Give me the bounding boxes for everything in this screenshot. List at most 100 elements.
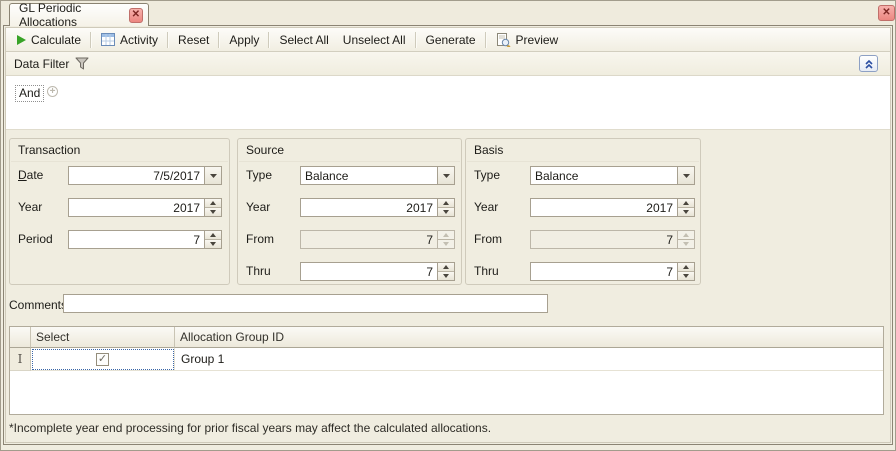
row-indicator-header [10, 327, 31, 348]
column-header-allocation-group-id[interactable]: Allocation Group ID [175, 327, 883, 348]
year-label: Year [18, 200, 42, 214]
dropdown-icon[interactable] [438, 167, 454, 184]
year-value: 2017 [69, 199, 204, 216]
spin-up-button[interactable] [205, 231, 221, 239]
toolbar-separator [415, 32, 417, 48]
transaction-period-input[interactable]: 7 [68, 230, 222, 249]
tab-close-button[interactable]: ✕ [129, 8, 143, 23]
type-value: Balance [301, 167, 437, 184]
comments-input[interactable] [63, 294, 548, 313]
spin-down-button [678, 239, 694, 248]
unselect-all-label: Unselect All [343, 33, 406, 47]
source-year-input[interactable]: 2017 [300, 198, 455, 217]
comments-label: Comments [9, 298, 67, 312]
activity-label: Activity [120, 33, 158, 47]
spin-down-button[interactable] [205, 239, 221, 248]
thru-value: 7 [301, 263, 437, 280]
preview-label: Preview [516, 33, 559, 47]
year-label: Year [474, 200, 498, 214]
spin-up-button[interactable] [678, 263, 694, 271]
activity-button[interactable]: Activity [94, 31, 165, 49]
close-icon: ✕ [882, 8, 890, 18]
from-value: 7 [301, 231, 437, 248]
date-value: 7/5/2017 [69, 167, 204, 184]
spin-up-button[interactable] [205, 199, 221, 207]
from-label: From [474, 232, 502, 246]
reset-button[interactable]: Reset [171, 31, 216, 49]
toolbar-separator [167, 32, 169, 48]
spin-up-button[interactable] [438, 263, 454, 271]
generate-button[interactable]: Generate [419, 31, 483, 49]
transaction-date-input[interactable]: 7/5/2017 [68, 166, 222, 185]
thru-label: Thru [474, 264, 499, 278]
group-title-divider [11, 161, 228, 162]
data-filter-editor: And + [6, 76, 890, 130]
toolbar-separator [268, 32, 270, 48]
generate-label: Generate [426, 33, 476, 47]
spin-down-button[interactable] [678, 207, 694, 216]
toolbar-separator [90, 32, 92, 48]
type-label: Type [474, 168, 500, 182]
spin-up-button[interactable] [678, 199, 694, 207]
basis-title: Basis [474, 143, 503, 157]
from-value: 7 [531, 231, 677, 248]
source-from-input: 7 [300, 230, 455, 249]
apply-button[interactable]: Apply [222, 31, 266, 49]
thru-value: 7 [531, 263, 677, 280]
column-header-select[interactable]: Select [31, 327, 175, 348]
tab-gl-periodic-allocations[interactable]: GL Periodic Allocations ✕ [9, 3, 149, 26]
data-filter-header: Data Filter [6, 52, 890, 76]
transaction-year-input[interactable]: 2017 [68, 198, 222, 217]
spin-down-button[interactable] [438, 271, 454, 280]
group-title-divider [467, 161, 699, 162]
year-value: 2017 [301, 199, 437, 216]
dropdown-icon[interactable] [205, 167, 221, 184]
apply-label: Apply [229, 33, 259, 47]
select-all-button[interactable]: Select All [272, 31, 335, 49]
play-icon [17, 35, 26, 45]
spin-down-button[interactable] [438, 207, 454, 216]
toolbar: Calculate Activity Reset Apply Select Al… [6, 28, 890, 52]
table-row: I ✓ Group 1 [10, 348, 883, 371]
data-filter-title: Data Filter [14, 57, 69, 71]
year-value: 2017 [531, 199, 677, 216]
source-thru-input[interactable]: 7 [300, 262, 455, 281]
calculate-button[interactable]: Calculate [10, 31, 88, 49]
collapse-panel-button[interactable] [859, 55, 878, 72]
type-value: Balance [531, 167, 677, 184]
filter-operator-and[interactable]: And [15, 85, 44, 102]
allocation-group-id-cell[interactable]: Group 1 [175, 348, 883, 371]
app-window: GL Periodic Allocations ✕ ✕ Calculate Ac… [0, 0, 896, 451]
spin-up-button [438, 231, 454, 239]
select-all-label: Select All [279, 33, 328, 47]
select-checkbox[interactable]: ✓ [96, 353, 109, 366]
filter-funnel-icon [75, 57, 89, 70]
unselect-all-button[interactable]: Unselect All [336, 31, 413, 49]
transaction-groupbox: Transaction Date 7/5/2017 Year 2017 Per [9, 138, 230, 285]
check-icon: ✓ [98, 354, 107, 365]
close-icon: ✕ [132, 10, 140, 20]
transaction-title: Transaction [18, 143, 80, 157]
print-preview-icon [496, 33, 511, 47]
basis-thru-input[interactable]: 7 [530, 262, 695, 281]
double-chevron-up-icon [864, 59, 874, 69]
calculate-label: Calculate [31, 33, 81, 47]
spin-up-button[interactable] [438, 199, 454, 207]
allocation-grid: Select Allocation Group ID I ✓ Group 1 [9, 326, 884, 415]
spin-down-button[interactable] [205, 207, 221, 216]
preview-button[interactable]: Preview [489, 31, 566, 49]
source-type-select[interactable]: Balance [300, 166, 455, 185]
group-title-divider [239, 161, 460, 162]
basis-type-select[interactable]: Balance [530, 166, 695, 185]
row-indicator-cell: I [10, 348, 31, 371]
spin-down-button[interactable] [678, 271, 694, 280]
toolbar-separator [485, 32, 487, 48]
spin-up-button [678, 231, 694, 239]
select-cell[interactable]: ✓ [31, 348, 175, 371]
window-close-button[interactable]: ✕ [878, 5, 895, 21]
basis-year-input[interactable]: 2017 [530, 198, 695, 217]
dropdown-icon[interactable] [678, 167, 694, 184]
spin-down-button [438, 239, 454, 248]
add-condition-icon[interactable]: + [47, 86, 58, 97]
source-title: Source [246, 143, 284, 157]
